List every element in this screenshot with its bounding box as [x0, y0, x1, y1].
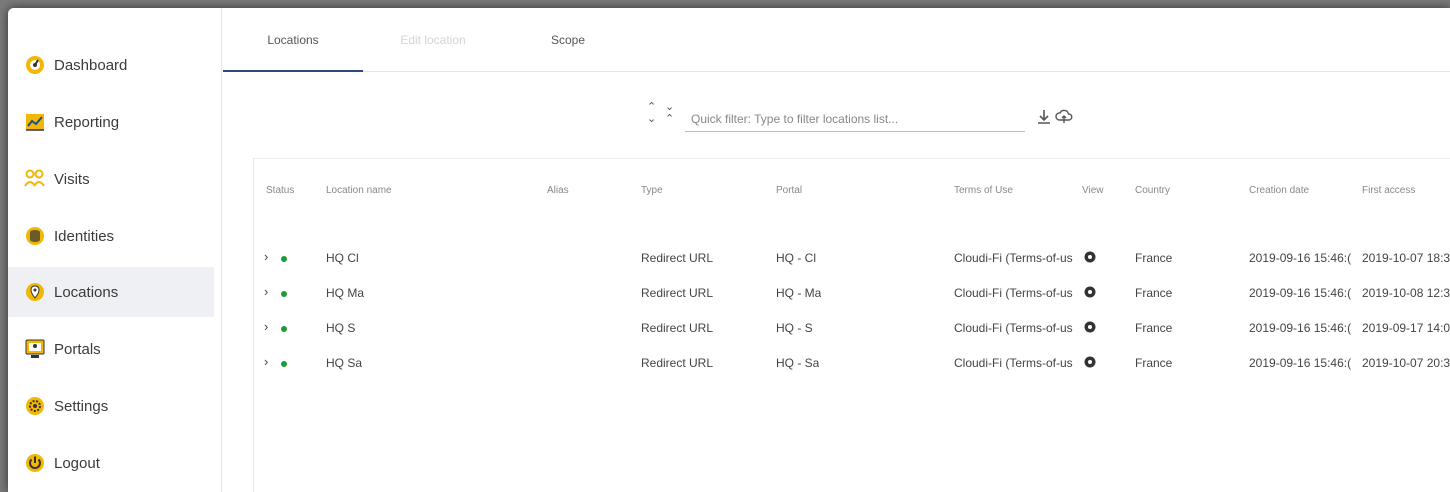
chevron-right-icon[interactable]: ›	[264, 354, 268, 369]
column-header-location-name[interactable]: Location name	[326, 185, 392, 196]
column-header-creation-date[interactable]: Creation date	[1249, 185, 1309, 196]
cell-first-access: 2019-10-07 18:30	[1362, 251, 1450, 265]
sidebar-item-dashboard[interactable]: Dashboard	[8, 40, 214, 90]
cell-location-name: HQ Sa	[326, 356, 363, 370]
cell-first-access: 2019-09-17 14:00	[1362, 321, 1450, 335]
column-header-type[interactable]: Type	[641, 185, 663, 196]
sidebar-item-reporting[interactable]: Reporting	[8, 97, 214, 147]
cell-location-name: HQ S	[326, 321, 356, 335]
sidebar-item-label: Locations	[54, 283, 119, 301]
monitor-icon	[24, 338, 46, 360]
sidebar-item-visits[interactable]: Visits	[8, 154, 214, 204]
chevron-down-icon[interactable]: ⌄	[665, 102, 674, 113]
eye-icon[interactable]	[1084, 355, 1096, 368]
sidebar-item-label: Reporting	[54, 113, 120, 131]
cell-creation-date: 2019-09-16 15:46:(	[1249, 321, 1352, 335]
gear-icon	[24, 395, 46, 417]
status-dot	[281, 291, 287, 297]
table-row[interactable]: › HQ S Redirect URL HQ - S Cloudi-Fi (Te…	[254, 313, 1450, 347]
sidebar-item-label: Visits	[54, 170, 90, 188]
chevron-up-icon[interactable]: ⌃	[665, 114, 674, 125]
sidebar-item-label: Identities	[54, 227, 115, 245]
cell-terms: Cloudi-Fi (Terms-of-us	[954, 321, 1073, 335]
power-icon	[24, 452, 46, 474]
eye-icon[interactable]	[1084, 320, 1096, 333]
quick-filter-input[interactable]	[685, 106, 1025, 132]
cell-country: France	[1135, 356, 1173, 370]
column-header-country[interactable]: Country	[1135, 185, 1170, 196]
status-dot	[281, 361, 287, 367]
database-icon	[24, 225, 46, 247]
sidebar-item-label: Portals	[54, 340, 101, 358]
cell-type: Redirect URL	[641, 251, 714, 265]
users-icon	[24, 168, 46, 190]
gauge-icon	[24, 54, 46, 76]
sidebar-item-label: Dashboard	[54, 56, 128, 74]
locations-table: Status Location name Alias Type Portal T…	[253, 158, 1450, 492]
cell-location-name: HQ Ma	[326, 286, 365, 300]
cell-type: Redirect URL	[641, 356, 714, 370]
tab-locations[interactable]: Locations	[223, 8, 363, 72]
cell-creation-date: 2019-09-16 15:46:(	[1249, 286, 1352, 300]
status-dot	[281, 326, 287, 332]
filter-bar: ⌃ ⌄ ⌄ ⌃	[643, 100, 1083, 140]
table-row[interactable]: › HQ Ma Redirect URL HQ - Ma Cloudi-Fi (…	[254, 278, 1450, 312]
tab-edit-location[interactable]: Edit location	[363, 8, 503, 72]
cell-first-access: 2019-10-08 12:30	[1362, 286, 1450, 300]
chevron-right-icon[interactable]: ›	[264, 319, 268, 334]
tab-bar: Locations Edit location Scope	[223, 8, 1450, 72]
sidebar-item-settings[interactable]: Settings	[8, 381, 214, 431]
cell-country: France	[1135, 251, 1173, 265]
sidebar: Dashboard Reporting Visits Identities Lo…	[8, 8, 222, 492]
cell-terms: Cloudi-Fi (Terms-of-us	[954, 251, 1073, 265]
main-content: Locations Edit location Scope ⌃ ⌄ ⌄ ⌃ St…	[223, 8, 1450, 492]
cell-creation-date: 2019-09-16 15:46:(	[1249, 356, 1352, 370]
cell-type: Redirect URL	[641, 286, 714, 300]
cell-terms: Cloudi-Fi (Terms-of-us	[954, 356, 1073, 370]
sidebar-item-identities[interactable]: Identities	[8, 211, 214, 261]
cloud-upload-icon[interactable]	[1055, 108, 1073, 126]
column-header-terms[interactable]: Terms of Use	[954, 185, 1013, 196]
sidebar-item-portals[interactable]: Portals	[8, 324, 214, 374]
column-header-view[interactable]: View	[1082, 185, 1104, 196]
cell-first-access: 2019-10-07 20:30	[1362, 356, 1450, 370]
cell-portal: HQ - Sa	[776, 356, 820, 370]
eye-icon[interactable]	[1084, 285, 1096, 298]
cell-portal: HQ - Cl	[776, 251, 816, 265]
table-row[interactable]: › HQ Sa Redirect URL HQ - Sa Cloudi-Fi (…	[254, 348, 1450, 382]
cell-portal: HQ - S	[776, 321, 813, 335]
cell-type: Redirect URL	[641, 321, 714, 335]
chevron-down-icon[interactable]: ⌄	[647, 114, 656, 125]
sidebar-item-label: Settings	[54, 397, 109, 415]
column-header-portal[interactable]: Portal	[776, 185, 802, 196]
sidebar-item-label: Logout	[54, 454, 100, 472]
line-chart-icon	[24, 111, 46, 133]
download-icon[interactable]	[1035, 108, 1053, 126]
column-header-alias[interactable]: Alias	[547, 185, 569, 196]
column-header-status[interactable]: Status	[266, 185, 294, 196]
chevron-right-icon[interactable]: ›	[264, 284, 268, 299]
table-row[interactable]: › HQ Cl Redirect URL HQ - Cl Cloudi-Fi (…	[254, 243, 1450, 277]
chevron-right-icon[interactable]: ›	[264, 249, 268, 264]
eye-icon[interactable]	[1084, 250, 1096, 263]
tab-scope[interactable]: Scope	[513, 8, 623, 72]
sidebar-item-logout[interactable]: Logout	[8, 438, 214, 488]
column-header-first-access[interactable]: First access	[1362, 185, 1415, 196]
sort-buttons: ⌃ ⌄ ⌄ ⌃	[643, 102, 679, 132]
cell-country: France	[1135, 321, 1173, 335]
cell-location-name: HQ Cl	[326, 251, 359, 265]
status-dot	[281, 256, 287, 262]
cell-portal: HQ - Ma	[776, 286, 822, 300]
cell-terms: Cloudi-Fi (Terms-of-us	[954, 286, 1073, 300]
app-window: Dashboard Reporting Visits Identities Lo…	[8, 8, 1450, 492]
chevron-up-icon[interactable]: ⌃	[647, 102, 656, 113]
cell-creation-date: 2019-09-16 15:46:(	[1249, 251, 1352, 265]
sidebar-item-locations[interactable]: Locations	[8, 267, 214, 317]
location-pin-icon	[24, 281, 46, 303]
cell-country: France	[1135, 286, 1173, 300]
